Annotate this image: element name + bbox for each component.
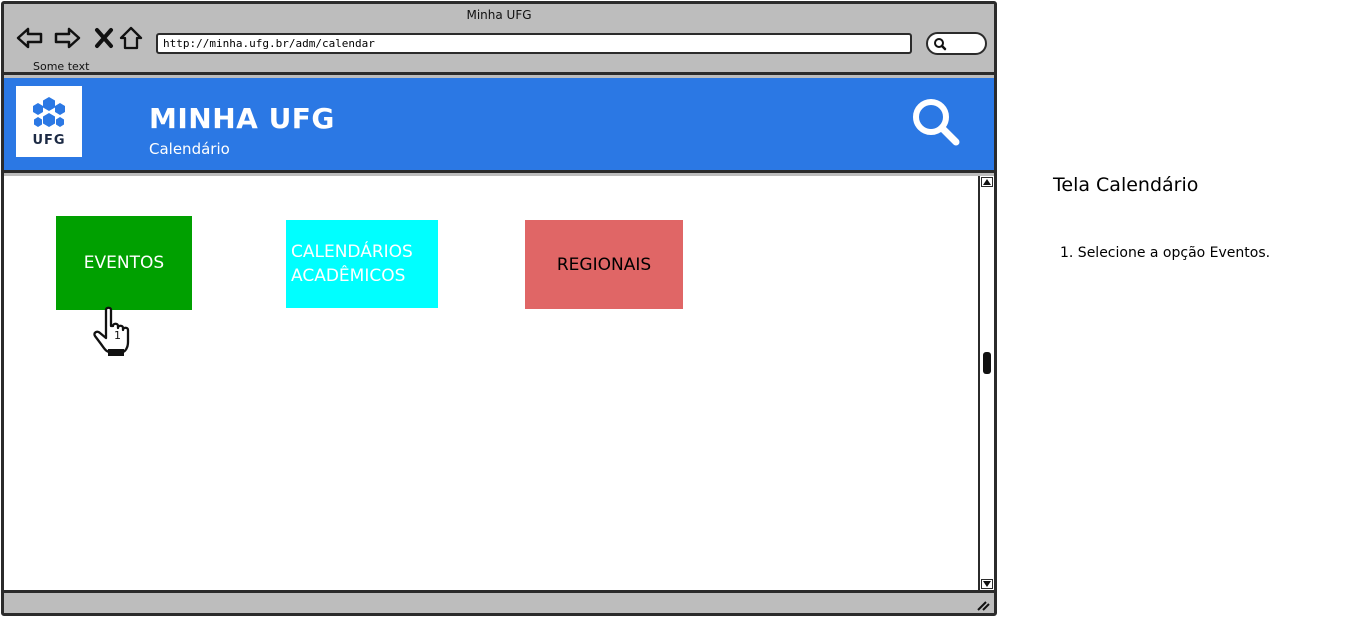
- browser-search-box[interactable]: [926, 32, 987, 55]
- ufg-logo: UFG: [16, 86, 82, 157]
- back-arrow-icon[interactable]: [16, 24, 44, 52]
- status-bar: [4, 590, 994, 613]
- annotation-title: Tela Calendário: [1053, 174, 1199, 196]
- regionais-tile-label: REGIONAIS: [556, 254, 652, 275]
- close-x-icon[interactable]: [90, 24, 118, 52]
- logo-text: UFG: [32, 133, 66, 148]
- status-text: Some text: [33, 60, 90, 73]
- search-icon[interactable]: [910, 96, 962, 148]
- eventos-tile-label: EVENTOS: [83, 253, 165, 273]
- address-bar[interactable]: http://minha.ufg.br/adm/calendar: [156, 33, 912, 54]
- regionais-tile[interactable]: REGIONAIS: [525, 220, 683, 309]
- app-header: UFG MINHA UFG Calendário: [4, 78, 994, 173]
- pointing-hand-icon: 1: [93, 306, 130, 356]
- browser-window: Minha UFG http://minha.ufg.br/adm/calend…: [1, 1, 997, 616]
- browser-toolbar: Minha UFG http://minha.ufg.br/adm/calend…: [4, 4, 994, 75]
- scrollbar-thumb[interactable]: [983, 352, 991, 374]
- forward-arrow-icon[interactable]: [53, 24, 81, 52]
- vertical-scrollbar[interactable]: [978, 176, 994, 590]
- scroll-up-arrow-icon[interactable]: [981, 177, 993, 187]
- ufg-hexagon-logo-icon: [33, 97, 65, 127]
- eventos-tile[interactable]: EVENTOS: [56, 216, 192, 310]
- cursor-step-label: 1: [114, 329, 121, 342]
- page-subtitle: Calendário: [149, 140, 230, 158]
- annotation-step: 1. Selecione a opção Eventos.: [1060, 245, 1271, 261]
- scroll-down-arrow-icon[interactable]: [981, 579, 993, 589]
- window-title: Minha UFG: [466, 8, 532, 22]
- app-title: MINHA UFG: [149, 102, 335, 135]
- calendarios-academicos-tile-label: CALENDÁRIOS ACADÊMICOS: [291, 242, 413, 286]
- magnifier-icon: [934, 38, 947, 51]
- main-content: EVENTOS CALENDÁRIOS ACADÊMICOS REGIONAIS…: [4, 176, 978, 590]
- annotation-steps: 1. Selecione a opção Eventos.: [1060, 245, 1270, 261]
- resize-grip-icon[interactable]: [976, 599, 990, 611]
- calendarios-academicos-tile[interactable]: CALENDÁRIOS ACADÊMICOS: [286, 220, 438, 308]
- home-icon[interactable]: [117, 24, 145, 52]
